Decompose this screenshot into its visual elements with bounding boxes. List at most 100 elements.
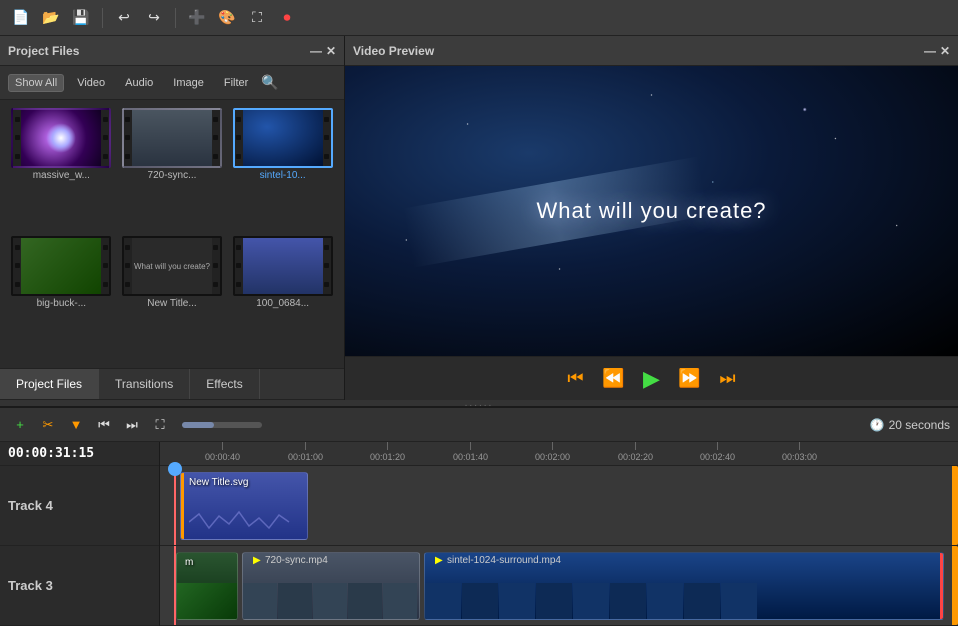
ruler-spacer: 00:00:31:15 (0, 442, 159, 466)
play-button[interactable]: ▶ (637, 364, 667, 394)
clip-new-title[interactable]: New Title.svg (180, 472, 308, 540)
filter-bar: Show All Video Audio Image Filter 🔍 (0, 66, 344, 100)
preview-text: What will you create? (536, 198, 766, 224)
undo-button[interactable]: ↩ (111, 5, 137, 31)
filter-search-icon[interactable]: 🔍 (261, 74, 278, 91)
fast-forward-button[interactable]: ⏩ (675, 364, 705, 394)
ruler-mark-1min20: 00:01:20 (370, 442, 405, 462)
preview-header: Video Preview — ✕ (345, 36, 958, 66)
thumb-img-720 (122, 108, 222, 168)
rewind-button[interactable]: ⏪ (599, 364, 629, 394)
thumb-img-sintel (233, 108, 333, 168)
tab-project-files[interactable]: Project Files (0, 369, 99, 399)
timeline-toolbar: + ✂ ▼ ⏮ ⏭ ⛶ 🕐 20 seconds (0, 408, 958, 442)
track-labels: 00:00:31:15 Track 4 Track 3 (0, 442, 160, 626)
jump-end-button[interactable]: ⏭ (120, 413, 144, 437)
record-button[interactable]: ⏺ (274, 5, 300, 31)
timeline-section: + ✂ ▼ ⏮ ⏭ ⛶ 🕐 20 seconds 00:00:31:15 Tra… (0, 406, 958, 626)
snap-button[interactable]: ⛶ (148, 413, 172, 437)
track-3-row: m ▶ 720-sync.mp4 (160, 546, 958, 626)
clip-720[interactable]: ▶ 720-sync.mp4 (242, 552, 420, 620)
zoom-fill (182, 422, 214, 428)
thumb-label-100: 100_0684... (256, 298, 309, 309)
new-button[interactable]: 📄 (8, 5, 34, 31)
thumb-label-massive: massive_w... (33, 170, 90, 181)
project-files-title: Project Files (8, 44, 79, 58)
thumb-label-bigbuck: big-buck-... (37, 298, 86, 309)
thumb-label-sintel: sintel-10... (260, 170, 306, 181)
clip-title-label: New Title.svg (185, 475, 303, 490)
thumb-720[interactable]: 720-sync... (119, 108, 226, 232)
timeline-ruler: 00:00:40 00:01:00 00:01:20 00:01:40 00:0… (160, 442, 958, 466)
thumb-img-newtitle: What will you create? (122, 236, 222, 296)
filter-image[interactable]: Image (166, 74, 211, 92)
sintel-end-marker (940, 553, 943, 619)
tab-transitions[interactable]: Transitions (99, 369, 190, 399)
timeline-content: 00:00:31:15 Track 4 Track 3 00:00:40 00:… (0, 442, 958, 626)
clip-sintel-label: sintel-1024-surround.mp4 (447, 555, 561, 566)
preview-title: Video Preview (353, 44, 434, 58)
timeline-duration: 🕐 20 seconds (870, 418, 950, 432)
clip-bigbuck-label: m (181, 555, 233, 570)
playhead (174, 466, 176, 545)
theme-button[interactable]: 🎨 (214, 5, 240, 31)
timeline-tracks-area: 00:00:40 00:01:00 00:01:20 00:01:40 00:0… (160, 442, 958, 626)
right-panel: Video Preview — ✕ What will you create? … (345, 36, 958, 400)
ruler-mark-2min: 00:02:00 (535, 442, 570, 462)
marker-button[interactable]: ▼ (64, 413, 88, 437)
thumbnails-grid: massive_w... 720-sync... sintel-10... (0, 100, 344, 368)
clip-start-marker (181, 473, 184, 539)
thumb-sintel[interactable]: sintel-10... (229, 108, 336, 232)
video-preview: What will you create? (345, 66, 958, 356)
add-track-button[interactable]: + (8, 413, 32, 437)
track3-end-marker (952, 546, 958, 625)
clock-icon: 🕐 (870, 418, 885, 432)
filter-video[interactable]: Video (70, 74, 112, 92)
thumb-100[interactable]: 100_0684... (229, 236, 336, 360)
jump-to-end-button[interactable]: ⏭ (713, 364, 743, 394)
ruler-mark-2min20: 00:02:20 (618, 442, 653, 462)
playback-controls: ⏮ ⏪ ▶ ⏩ ⏭ (345, 356, 958, 400)
main-toolbar: 📄 📂 💾 ↩ ↪ ➕ 🎨 ⛶ ⏺ (0, 0, 958, 36)
track-4-label: Track 4 (0, 466, 159, 546)
thumb-label-newtitle: New Title... (147, 298, 196, 309)
preview-close-icon[interactable]: ✕ (940, 44, 950, 58)
thumb-label-720: 720-sync... (148, 170, 197, 181)
clip-bigbuck[interactable]: m (176, 552, 238, 620)
filter-filter[interactable]: Filter (217, 74, 255, 92)
toolbar-sep-2 (175, 8, 176, 28)
close-icon[interactable]: ✕ (326, 44, 336, 58)
import-button[interactable]: ➕ (184, 5, 210, 31)
save-button[interactable]: 💾 (68, 5, 94, 31)
header-icons: — ✕ (310, 44, 336, 58)
minimize-icon[interactable]: — (310, 44, 322, 58)
thumb-img-massive (11, 108, 111, 168)
thumb-img-100 (233, 236, 333, 296)
ruler-mark-3min: 00:03:00 (782, 442, 817, 462)
jump-to-start-button[interactable]: ⏮ (561, 364, 591, 394)
filter-show-all[interactable]: Show All (8, 74, 64, 92)
track-4-row: New Title.svg (160, 466, 958, 546)
bottom-tabs: Project Files Transitions Effects (0, 368, 344, 400)
playhead-head (168, 462, 182, 476)
thumb-massive[interactable]: massive_w... (8, 108, 115, 232)
open-button[interactable]: 📂 (38, 5, 64, 31)
jump-start-button[interactable]: ⏮ (92, 413, 116, 437)
thumb-bigbuck[interactable]: big-buck-... (8, 236, 115, 360)
zoom-bar[interactable] (182, 422, 262, 428)
playhead-track3 (174, 546, 176, 625)
clip-sintel[interactable]: ▶ sintel-1024-surround.mp4 (424, 552, 944, 620)
tab-effects[interactable]: Effects (190, 369, 259, 399)
redo-button[interactable]: ↪ (141, 5, 167, 31)
project-files-header: Project Files — ✕ (0, 36, 344, 66)
left-panel: Project Files — ✕ Show All Video Audio I… (0, 36, 345, 400)
duration-label: 20 seconds (889, 418, 950, 432)
ruler-mark-1min: 00:01:00 (288, 442, 323, 462)
razor-button[interactable]: ✂ (36, 413, 60, 437)
ruler-mark-1min40: 00:01:40 (453, 442, 488, 462)
thumb-newtitle[interactable]: What will you create? New Title... (119, 236, 226, 360)
filter-audio[interactable]: Audio (118, 74, 160, 92)
fullscreen-button[interactable]: ⛶ (244, 5, 270, 31)
preview-minimize-icon[interactable]: — (924, 44, 936, 58)
waveform-svg (189, 510, 299, 535)
